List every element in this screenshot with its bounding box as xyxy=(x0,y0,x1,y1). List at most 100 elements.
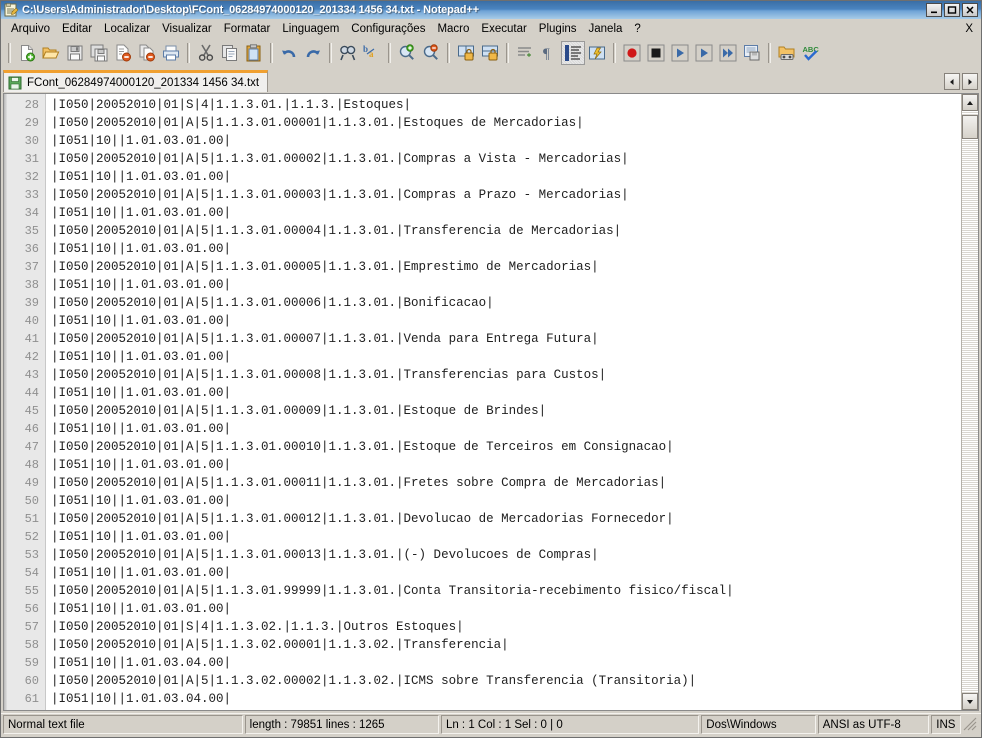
replace-icon[interactable]: b a xyxy=(360,41,384,65)
run-macro-multi-icon[interactable] xyxy=(716,41,740,65)
run-macro-once-icon[interactable] xyxy=(692,41,716,65)
status-caret-position: Ln : 1 Col : 1 Sel : 0 | 0 xyxy=(440,715,700,734)
code-line[interactable]: |I051|10||1.01.03.01.00| xyxy=(51,492,961,510)
app-icon xyxy=(4,3,19,17)
code-line[interactable]: |I050|20052010|01|A|5|1.1.3.01.00009|1.1… xyxy=(51,402,961,420)
menu-item-executar[interactable]: Executar xyxy=(475,21,532,37)
code-line[interactable]: |I050|20052010|01|A|5|1.1.3.01.99999|1.1… xyxy=(51,582,961,600)
code-line[interactable]: |I050|20052010|01|A|5|1.1.3.01.00011|1.1… xyxy=(51,474,961,492)
tab-bar: FCont_06284974000120_201334 1456 34.txt xyxy=(1,67,981,92)
tab-scroll-right-button[interactable] xyxy=(962,73,978,90)
new-file-icon[interactable] xyxy=(15,41,39,65)
zoom-out-icon[interactable] xyxy=(419,41,443,65)
code-line[interactable]: |I051|10||1.01.03.01.00| xyxy=(51,564,961,582)
menu-item-arquivo[interactable]: Arquivo xyxy=(5,21,56,37)
code-line[interactable]: |I050|20052010|01|A|5|1.1.3.02.00001|1.1… xyxy=(51,636,961,654)
code-line[interactable]: |I050|20052010|01|S|4|1.1.3.01.|1.1.3.|E… xyxy=(51,96,961,114)
scrollbar-thumb[interactable] xyxy=(962,115,978,139)
show-all-chars-icon[interactable]: ¶ xyxy=(537,41,561,65)
code-line[interactable]: |I050|20052010|01|S|4|1.1.3.02.|1.1.3.|O… xyxy=(51,618,961,636)
close-document-button[interactable]: X xyxy=(961,21,981,37)
menu-item-visualizar[interactable]: Visualizar xyxy=(156,21,218,37)
maximize-button[interactable] xyxy=(944,3,960,17)
code-line[interactable]: |I051|10||1.01.03.01.00| xyxy=(51,132,961,150)
user-define-icon[interactable] xyxy=(585,41,609,65)
line-number: 53 xyxy=(24,548,39,562)
scrollbar-track[interactable] xyxy=(962,139,978,693)
code-line[interactable]: |I050|20052010|01|A|5|1.1.3.02.00002|1.1… xyxy=(51,672,961,690)
folder-as-workspace-icon[interactable] xyxy=(775,41,799,65)
code-line[interactable]: |I051|10||1.01.03.01.00| xyxy=(51,420,961,438)
stop-macro-icon[interactable] xyxy=(644,41,668,65)
close-all-files-icon[interactable] xyxy=(135,41,159,65)
record-macro-icon[interactable] xyxy=(620,41,644,65)
menu-item-configuracoes[interactable]: Configurações xyxy=(345,21,431,37)
code-line[interactable]: |I050|20052010|01|A|5|1.1.3.01.00012|1.1… xyxy=(51,510,961,528)
code-line[interactable]: |I050|20052010|01|A|5|1.1.3.01.00005|1.1… xyxy=(51,258,961,276)
cut-icon[interactable] xyxy=(194,41,218,65)
code-line[interactable]: |I051|10||1.01.03.01.00| xyxy=(51,204,961,222)
resize-grip-icon[interactable] xyxy=(963,717,979,733)
code-line[interactable]: |I051|10||1.01.03.01.00| xyxy=(51,276,961,294)
sync-vertical-icon[interactable] xyxy=(454,41,478,65)
print-icon[interactable] xyxy=(159,41,183,65)
code-line[interactable]: |I050|20052010|01|A|5|1.1.3.01.00008|1.1… xyxy=(51,366,961,384)
menu-item-help[interactable]: ? xyxy=(628,21,646,37)
close-file-icon[interactable] xyxy=(111,41,135,65)
code-line[interactable]: |I051|10||1.01.03.01.00| xyxy=(51,528,961,546)
copy-icon[interactable] xyxy=(218,41,242,65)
code-line[interactable]: |I051|10||1.01.03.04.00| xyxy=(51,690,961,708)
code-line[interactable]: |I051|10||1.01.03.01.00| xyxy=(51,312,961,330)
line-number: 58 xyxy=(24,638,39,652)
menu-item-editar[interactable]: Editar xyxy=(56,21,98,37)
code-line[interactable]: |I050|20052010|01|A|5|1.1.3.01.00010|1.1… xyxy=(51,438,961,456)
minimize-button[interactable] xyxy=(926,3,942,17)
undo-icon[interactable] xyxy=(277,41,301,65)
code-line[interactable]: |I051|10||1.01.03.01.00| xyxy=(51,384,961,402)
close-button[interactable] xyxy=(962,3,978,17)
line-number: 60 xyxy=(24,674,39,688)
indent-guide-icon[interactable] xyxy=(561,41,585,65)
code-line[interactable]: |I050|20052010|01|A|5|1.1.3.01.00006|1.1… xyxy=(51,294,961,312)
paste-icon[interactable] xyxy=(242,41,266,65)
save-icon[interactable] xyxy=(63,41,87,65)
code-text-area[interactable]: |I050|20052010|01|S|4|1.1.3.01.|1.1.3.|E… xyxy=(46,94,961,710)
zoom-in-icon[interactable] xyxy=(395,41,419,65)
redo-icon[interactable] xyxy=(301,41,325,65)
tab-scroll-left-button[interactable] xyxy=(944,73,960,90)
menu-item-formatar[interactable]: Formatar xyxy=(218,21,277,37)
menu-item-localizar[interactable]: Localizar xyxy=(98,21,156,37)
word-wrap-icon[interactable] xyxy=(513,41,537,65)
vertical-scrollbar[interactable] xyxy=(961,94,978,710)
spell-check-icon[interactable]: ABC xyxy=(799,41,823,65)
find-icon[interactable] xyxy=(336,41,360,65)
code-line[interactable]: |I050|20052010|01|A|5|1.1.3.01.00002|1.1… xyxy=(51,150,961,168)
scroll-up-button[interactable] xyxy=(962,94,978,111)
code-line[interactable]: |I051|10||1.01.03.01.00| xyxy=(51,600,961,618)
menu-item-plugins[interactable]: Plugins xyxy=(533,21,583,37)
sync-horizontal-icon[interactable] xyxy=(478,41,502,65)
svg-text:ABC: ABC xyxy=(803,45,820,54)
play-macro-icon[interactable] xyxy=(668,41,692,65)
scroll-down-button[interactable] xyxy=(962,693,978,710)
menu-item-macro[interactable]: Macro xyxy=(431,21,475,37)
code-line[interactable]: |I050|20052010|01|A|5|1.1.3.01.00007|1.1… xyxy=(51,330,961,348)
save-all-icon[interactable] xyxy=(87,41,111,65)
code-line[interactable]: |I051|10||1.01.03.01.00| xyxy=(51,240,961,258)
code-line[interactable]: |I050|20052010|01|A|5|1.1.3.01.00004|1.1… xyxy=(51,222,961,240)
tab-document-active[interactable]: FCont_06284974000120_201334 1456 34.txt xyxy=(3,70,269,92)
svg-text:¶: ¶ xyxy=(543,46,550,62)
code-line[interactable]: |I051|10||1.01.03.01.00| xyxy=(51,456,961,474)
save-state-icon xyxy=(8,76,22,90)
open-file-icon[interactable] xyxy=(39,41,63,65)
code-line[interactable]: |I051|10||1.01.03.01.00| xyxy=(51,168,961,186)
code-line[interactable]: |I051|10||1.01.03.04.00| xyxy=(51,654,961,672)
code-line[interactable]: |I050|20052010|01|A|5|1.1.3.01.00001|1.1… xyxy=(51,114,961,132)
save-macro-icon[interactable] xyxy=(740,41,764,65)
code-line[interactable]: |I051|10||1.01.03.01.00| xyxy=(51,348,961,366)
menu-item-janela[interactable]: Janela xyxy=(583,21,629,37)
menu-item-linguagem[interactable]: Linguagem xyxy=(276,21,345,37)
toolbar: b a ¶ ABC xyxy=(1,39,981,67)
code-line[interactable]: |I050|20052010|01|A|5|1.1.3.01.00003|1.1… xyxy=(51,186,961,204)
code-line[interactable]: |I050|20052010|01|A|5|1.1.3.01.00013|1.1… xyxy=(51,546,961,564)
